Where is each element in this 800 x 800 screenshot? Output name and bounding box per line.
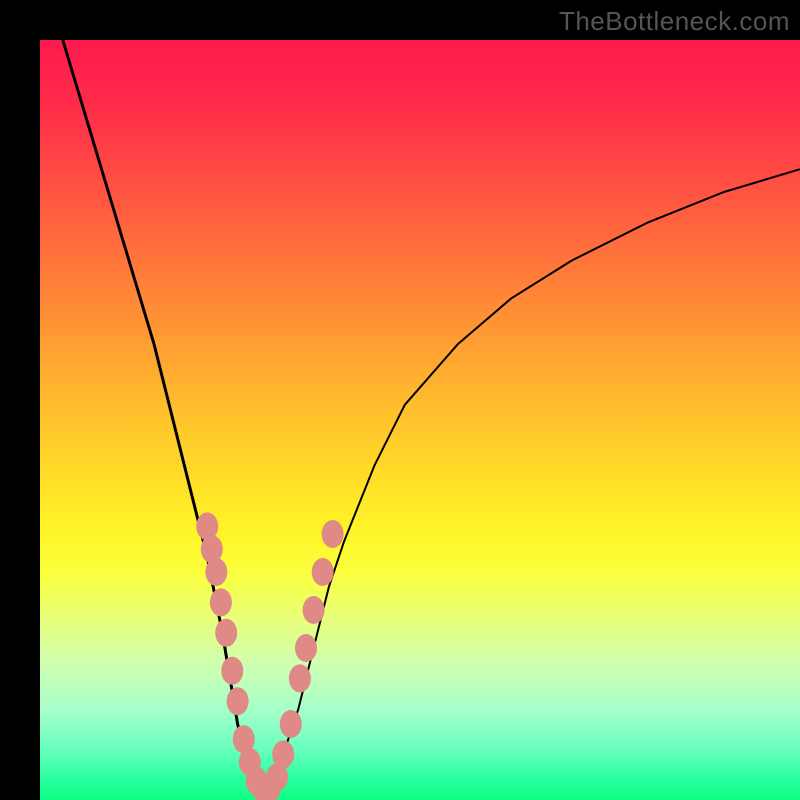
plot-area — [40, 40, 800, 800]
data-marker — [303, 596, 325, 624]
data-marker — [272, 740, 294, 768]
curve-right-branch — [268, 169, 800, 788]
data-marker — [205, 558, 227, 586]
marker-group — [196, 512, 343, 800]
data-marker — [312, 558, 334, 586]
data-marker — [210, 588, 232, 616]
data-marker — [280, 710, 302, 738]
data-marker — [322, 520, 344, 548]
watermark-text: TheBottleneck.com — [559, 6, 790, 37]
data-marker — [221, 657, 243, 685]
data-marker — [289, 664, 311, 692]
chart-frame: TheBottleneck.com — [0, 0, 800, 800]
data-marker — [227, 687, 249, 715]
data-marker — [215, 619, 237, 647]
chart-svg — [40, 40, 800, 800]
data-marker — [295, 634, 317, 662]
